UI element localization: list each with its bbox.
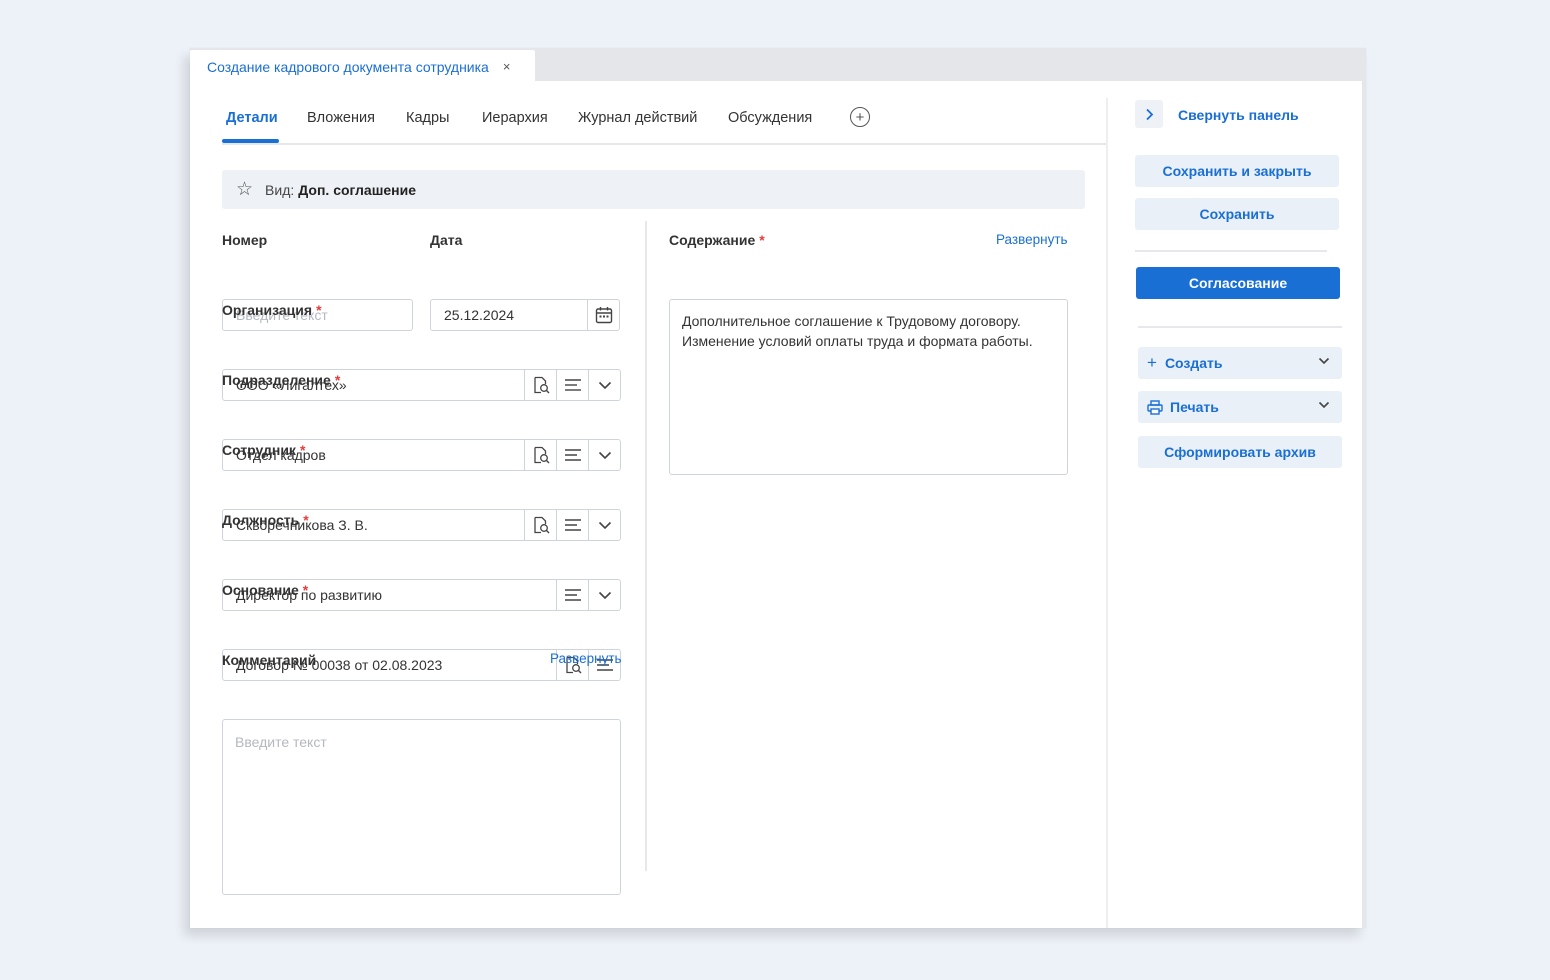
content-expand-link[interactable]: Развернуть	[996, 232, 1068, 247]
comment-label: Комментарий	[222, 652, 317, 668]
list-icon[interactable]	[556, 510, 588, 540]
content-label: Содержание *	[669, 232, 765, 248]
kind-prefix: Вид:	[265, 181, 295, 198]
document-kind-bar: ☆ Вид: Доп. соглашение	[222, 170, 1085, 209]
tab-personnel[interactable]: Кадры	[406, 110, 449, 126]
chevron-down-icon[interactable]	[588, 580, 620, 610]
date-field[interactable]: 25.12.2024	[430, 299, 620, 331]
document-window: Создание кадрового документа сотрудника …	[190, 48, 1366, 928]
chevron-down-icon[interactable]	[588, 510, 620, 540]
add-tab-icon[interactable]: +	[850, 107, 870, 127]
comment-expand-link[interactable]: Развернуть	[550, 651, 622, 666]
department-label: Подразделение *	[222, 372, 341, 388]
document-tab[interactable]: Создание кадрового документа сотрудника …	[190, 50, 535, 83]
date-input[interactable]: 25.12.2024	[431, 307, 587, 323]
action-panel: Свернуть панель Сохранить и закрыть Сохр…	[1106, 98, 1362, 928]
list-icon[interactable]	[556, 440, 588, 470]
tab-bar: Детали Вложения Кадры Иерархия Журнал де…	[222, 81, 1108, 145]
close-icon[interactable]: ×	[503, 59, 511, 74]
save-button[interactable]: Сохранить	[1135, 198, 1339, 230]
column-divider	[645, 221, 647, 871]
date-label: Дата	[430, 232, 463, 248]
employee-label: Сотрудник *	[222, 442, 306, 458]
chevron-down-icon	[1318, 357, 1330, 365]
tab-attachments[interactable]: Вложения	[307, 110, 375, 126]
number-label: Номер	[222, 232, 268, 248]
list-icon[interactable]	[556, 370, 588, 400]
create-button[interactable]: + Создать	[1138, 347, 1342, 379]
tab-hierarchy[interactable]: Иерархия	[482, 110, 548, 126]
panel-divider	[1138, 326, 1342, 328]
list-icon[interactable]	[556, 580, 588, 610]
print-button[interactable]: Печать	[1138, 391, 1342, 423]
approval-button[interactable]: Согласование	[1136, 267, 1340, 299]
chevron-down-icon[interactable]	[588, 370, 620, 400]
tab-details[interactable]: Детали	[226, 110, 278, 126]
organization-label: Организация *	[222, 302, 322, 318]
kind-value: Доп. соглашение	[298, 181, 417, 198]
tab-discussions[interactable]: Обсуждения	[728, 110, 812, 126]
tab-action-log[interactable]: Журнал действий	[578, 110, 697, 126]
plus-icon: +	[1147, 353, 1157, 372]
document-tab-title: Создание кадрового документа сотрудника	[207, 58, 489, 75]
printer-icon	[1147, 399, 1163, 415]
lookup-icon[interactable]	[524, 370, 556, 400]
comment-textarea[interactable]: Введите текст	[222, 719, 621, 895]
basis-label: Основание *	[222, 582, 309, 598]
save-and-close-button[interactable]: Сохранить и закрыть	[1135, 155, 1339, 187]
chevron-down-icon[interactable]	[588, 440, 620, 470]
star-icon[interactable]: ☆	[236, 178, 253, 201]
content-textarea[interactable]: Дополнительное соглашение к Трудовому до…	[669, 299, 1068, 475]
document-content: Детали Вложения Кадры Иерархия Журнал де…	[190, 81, 1362, 928]
chevron-down-icon	[1318, 401, 1330, 409]
lookup-icon[interactable]	[524, 510, 556, 540]
chevron-right-icon[interactable]	[1135, 100, 1163, 128]
position-label: Должность *	[222, 512, 309, 528]
collapse-panel-button[interactable]: Свернуть панель	[1178, 107, 1299, 123]
lookup-icon[interactable]	[524, 440, 556, 470]
form-archive-button[interactable]: Сформировать архив	[1138, 436, 1342, 468]
panel-divider	[1135, 250, 1327, 252]
active-tab-indicator	[222, 139, 279, 143]
calendar-icon[interactable]	[587, 300, 619, 330]
